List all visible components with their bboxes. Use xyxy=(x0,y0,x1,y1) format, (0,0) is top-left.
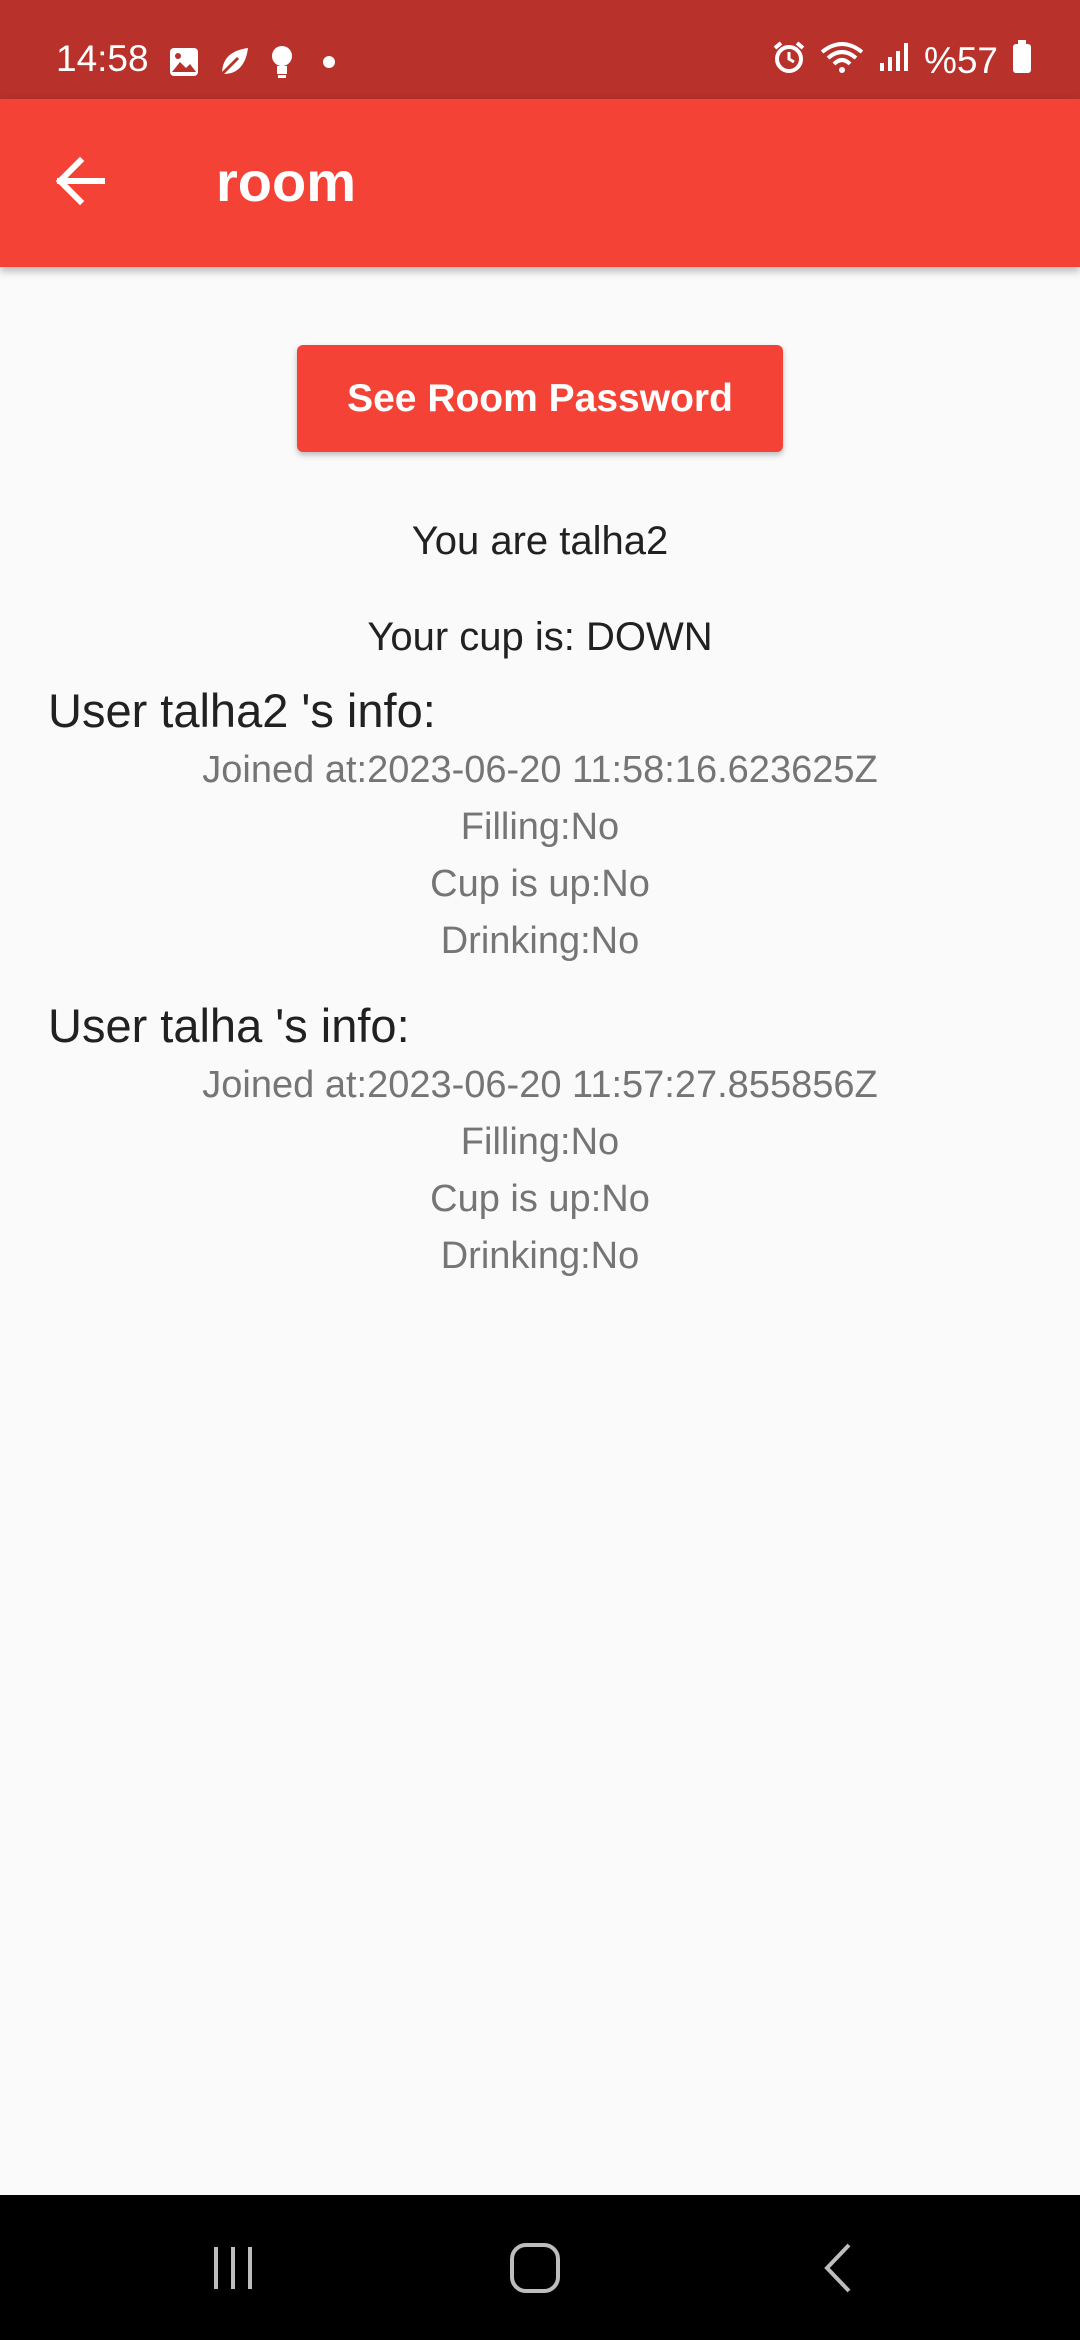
leaf-icon xyxy=(216,44,252,85)
drinking-text: Drinking:No xyxy=(440,920,640,962)
alarm-icon xyxy=(772,40,806,80)
joined-at-text: Joined at:2023-06-20 11:57:27.855856Z xyxy=(202,1064,878,1106)
filling-text: Filling:No xyxy=(460,806,620,848)
you-are-text: You are talha2 xyxy=(411,519,669,563)
signal-icon xyxy=(878,41,910,79)
cup-status-text: Your cup is: DOWN xyxy=(367,615,713,659)
system-nav-bar xyxy=(0,2195,1080,2340)
drinking-text: Drinking:No xyxy=(440,1235,640,1277)
image-icon xyxy=(168,46,200,83)
dot-icon xyxy=(322,55,336,74)
filling-text: Filling:No xyxy=(460,1121,620,1163)
battery-icon xyxy=(1012,40,1032,80)
status-time: 14:58 xyxy=(56,38,149,79)
page-title: room xyxy=(216,150,356,213)
back-button[interactable] xyxy=(40,143,120,223)
nav-back-button[interactable] xyxy=(794,2235,884,2305)
app-bar: room xyxy=(0,99,1080,267)
cup-up-text: Cup is up:No xyxy=(430,1178,650,1220)
see-room-password-button[interactable]: See Room Password xyxy=(297,345,783,452)
recents-icon xyxy=(208,2243,258,2298)
arrow-left-icon xyxy=(52,153,108,214)
back-icon xyxy=(819,2241,859,2300)
home-button[interactable] xyxy=(490,2235,580,2305)
bulb-icon xyxy=(268,44,296,85)
status-bar: 14:58 %57 xyxy=(0,0,1080,99)
user-heading: User talha 's info: xyxy=(48,999,410,1052)
joined-at-text: Joined at:2023-06-20 11:58:16.623625Z xyxy=(202,749,878,791)
home-icon xyxy=(508,2241,562,2300)
recents-button[interactable] xyxy=(188,2235,278,2305)
wifi-icon xyxy=(820,40,864,80)
user-heading: User talha2 's info: xyxy=(48,684,436,737)
status-system-icons: %57 xyxy=(772,40,1032,80)
cup-up-text: Cup is up:No xyxy=(430,863,650,905)
status-notification-icons xyxy=(168,44,336,85)
battery-percent: %57 xyxy=(923,39,998,81)
